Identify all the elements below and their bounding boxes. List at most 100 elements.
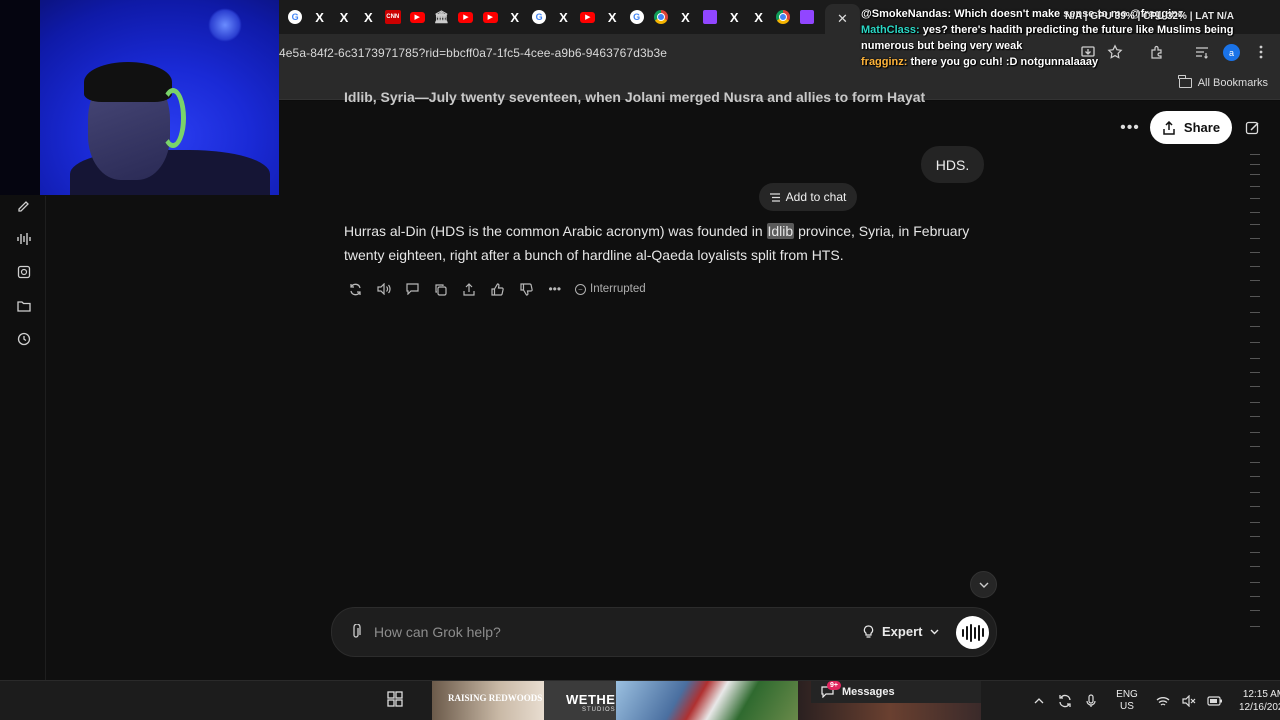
browser-tab[interactable]: ▶ <box>454 6 478 28</box>
chevron-up-icon[interactable] <box>1026 681 1052 720</box>
chat-line: MathClass: yes? there's hadith predictin… <box>861 22 1271 54</box>
browser-tab[interactable]: X <box>503 6 527 28</box>
selected-text-highlight: Idlib <box>766 223 795 239</box>
browser-tab[interactable]: ▶ <box>576 6 600 28</box>
youtube-icon: ▶ <box>580 11 596 23</box>
composer: How can Grok help? Expert <box>331 607 997 657</box>
browser-tab[interactable] <box>649 6 673 28</box>
url-field[interactable]: 4e5a-84f2-6c3173971785?rid=bbcff0a7-1fc5… <box>279 46 667 60</box>
windows-taskbar: RAISING REDWOODS WETHE STUDIOS 9+ Messag… <box>0 680 1280 720</box>
share-label: Share <box>1183 120 1221 135</box>
clock-date: 12/16/2025 <box>1238 702 1280 713</box>
google-icon: G <box>288 10 303 24</box>
interrupted-status: – Interrupted <box>575 283 646 295</box>
assistant-response: Hurras al-Din (HDS is the common Arabic … <box>344 220 974 267</box>
model-mode-selector[interactable]: Expert <box>863 624 939 639</box>
browser-tab[interactable]: X <box>722 6 746 28</box>
x-icon: X <box>510 9 520 25</box>
lightbulb-icon <box>863 624 874 638</box>
browser-tab[interactable]: X <box>551 6 575 28</box>
chat-line: fragginz: there you go cuh! :D notgunnal… <box>861 54 1271 70</box>
browser-tab[interactable] <box>795 6 819 28</box>
sync-icon[interactable] <box>1052 681 1078 720</box>
youtube-icon: ▶ <box>409 11 425 23</box>
thumbs-down-icon[interactable] <box>512 280 541 298</box>
thumbs-up-icon[interactable] <box>484 280 513 298</box>
twitch-icon <box>702 10 717 24</box>
chat-message: there you go cuh! :D notgunnalaaay <box>910 56 1099 68</box>
cnn-icon: CNN <box>384 10 401 24</box>
battery-icon[interactable] <box>1202 681 1228 720</box>
regenerate-icon[interactable] <box>341 280 370 298</box>
attach-paperclip-icon[interactable] <box>348 623 364 641</box>
user-message-text: HDS. <box>935 156 970 173</box>
browser-tab[interactable]: G <box>624 6 648 28</box>
x-icon: X <box>607 9 617 25</box>
prompt-input[interactable]: How can Grok help? <box>374 624 501 640</box>
x-icon: X <box>364 9 373 25</box>
share-response-icon[interactable] <box>455 280 484 298</box>
messages-label: Messages <box>842 686 895 698</box>
all-bookmarks-label: All Bookmarks <box>1197 77 1268 89</box>
speaker-muted-icon[interactable] <box>1176 681 1202 720</box>
voice-wave-icon[interactable] <box>14 229 34 249</box>
hardware-stats-overlay: N/A | GPU 39% | CPU 32% | LAT N/A <box>1065 11 1234 22</box>
google-icon: G <box>629 10 644 24</box>
browser-tab[interactable]: X <box>307 6 331 28</box>
thumbnail-caption: RAISING REDWOODS <box>448 693 543 703</box>
chat-username: @SmokeNandas: <box>861 8 952 20</box>
input-language[interactable]: ENG US <box>1104 689 1150 713</box>
browser-tab[interactable] <box>771 6 795 28</box>
browser-tab[interactable]: G <box>527 6 551 28</box>
more-actions-icon[interactable]: ••• <box>541 280 570 298</box>
copy-icon[interactable] <box>427 280 456 298</box>
all-bookmarks-button[interactable]: All Bookmarks <box>1178 75 1268 89</box>
share-icon <box>1163 120 1175 135</box>
browser-tab[interactable]: ▶ <box>478 6 502 28</box>
more-options-icon[interactable]: ••• <box>1120 118 1140 138</box>
new-chat-icon[interactable] <box>1243 118 1263 138</box>
chat-username: MathClass: <box>861 24 920 36</box>
voice-mode-button[interactable] <box>956 616 989 649</box>
bank-icon: 🏛 <box>433 10 450 24</box>
browser-tab[interactable]: X <box>673 6 697 28</box>
browser-tab[interactable]: X <box>332 6 356 28</box>
taskbar-thumbnail[interactable]: WETHE STUDIOS <box>544 681 616 720</box>
close-icon[interactable]: ✕ <box>837 11 848 27</box>
taskbar-thumbnail[interactable] <box>616 681 798 720</box>
user-message-bubble: HDS. <box>921 146 984 183</box>
x-icon: X <box>315 9 324 25</box>
response-text-before: Hurras al-Din (HDS is the common Arabic … <box>344 223 767 239</box>
browser-tab[interactable]: X <box>746 6 770 28</box>
imagine-icon[interactable] <box>14 262 34 282</box>
previous-message-partial: Idlib, Syria—July twenty seventeen, when… <box>344 89 926 105</box>
messages-notification[interactable]: 9+ Messages <box>811 681 981 703</box>
read-aloud-icon[interactable] <box>370 280 399 298</box>
browser-tab[interactable]: X <box>356 6 380 28</box>
clock[interactable]: 12:15 AM 12/16/2025 <box>1232 688 1280 714</box>
scroll-to-bottom-button[interactable] <box>970 571 997 598</box>
projects-folder-icon[interactable] <box>14 296 34 316</box>
browser-tab[interactable]: G <box>283 6 307 28</box>
add-to-chat-button[interactable]: Add to chat <box>759 183 857 211</box>
compose-icon[interactable] <box>14 196 34 216</box>
wifi-icon[interactable] <box>1150 681 1176 720</box>
browser-tab[interactable]: X <box>600 6 624 28</box>
system-tray: ENG US 12:15 AM 12/16/2025 <box>1026 681 1280 720</box>
reply-icon[interactable] <box>398 280 427 298</box>
browser-tab[interactable]: ▶ <box>405 6 429 28</box>
conversation-minimap[interactable] <box>1248 146 1262 636</box>
active-tab[interactable]: ✕ <box>825 4 860 34</box>
microphone-icon[interactable] <box>1078 681 1104 720</box>
add-to-chat-label: Add to chat <box>785 190 847 204</box>
task-view-icon[interactable] <box>387 691 405 709</box>
chrome-icon <box>776 10 790 24</box>
x-icon: X <box>754 9 763 25</box>
thumbnail-title: WETHE <box>566 692 616 707</box>
browser-tab[interactable] <box>698 6 722 28</box>
taskbar-thumbnail[interactable]: RAISING REDWOODS <box>432 681 544 720</box>
history-icon[interactable] <box>14 329 34 349</box>
browser-tab[interactable]: 🏛 <box>429 6 453 28</box>
browser-tab[interactable]: CNN <box>381 6 405 28</box>
share-button[interactable]: Share <box>1150 111 1232 144</box>
